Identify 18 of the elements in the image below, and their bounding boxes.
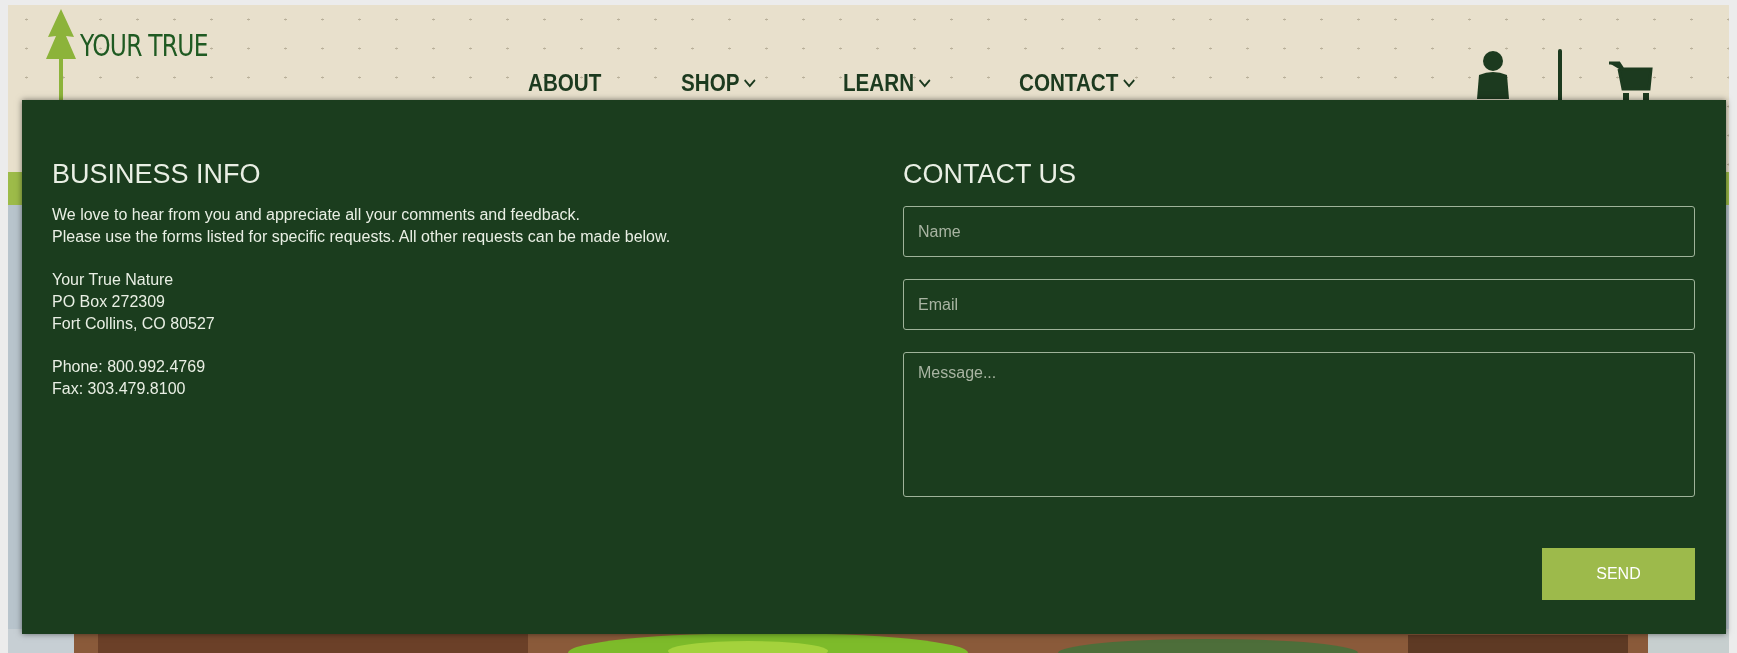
section-heading: BUSINESS INFO	[52, 158, 262, 191]
user-icon[interactable]	[1475, 49, 1511, 99]
intro-text: We love to hear from you and appreciate all your comments and feedback.	[52, 205, 581, 226]
nav-link[interactable]: SHOP	[681, 65, 821, 101]
message-field[interactable]: Message...	[903, 352, 1695, 498]
address-line: Your True Nature	[52, 270, 175, 291]
section-heading: CONTACT US	[903, 158, 1077, 191]
nav-link[interactable]: CONTACT	[1019, 65, 1140, 101]
contact-line: Phone: 800.992.4769	[52, 357, 207, 378]
input-field[interactable]: Name	[903, 206, 1695, 258]
contact-line: Fax: 303.479.8100	[52, 379, 187, 400]
nav-link[interactable]: ABOUT	[528, 65, 660, 101]
address-line: Fort Collins, CO 80527	[52, 314, 216, 335]
input-field[interactable]: Email	[903, 279, 1695, 331]
logo-text[interactable]: YOUR TRUE	[80, 31, 208, 61]
nav-link[interactable]: LEARN	[843, 65, 995, 101]
address-line: PO Box 272309	[52, 292, 166, 313]
intro-text: Please use the forms listed for specific requests. All other requests can be made below.	[52, 227, 672, 248]
